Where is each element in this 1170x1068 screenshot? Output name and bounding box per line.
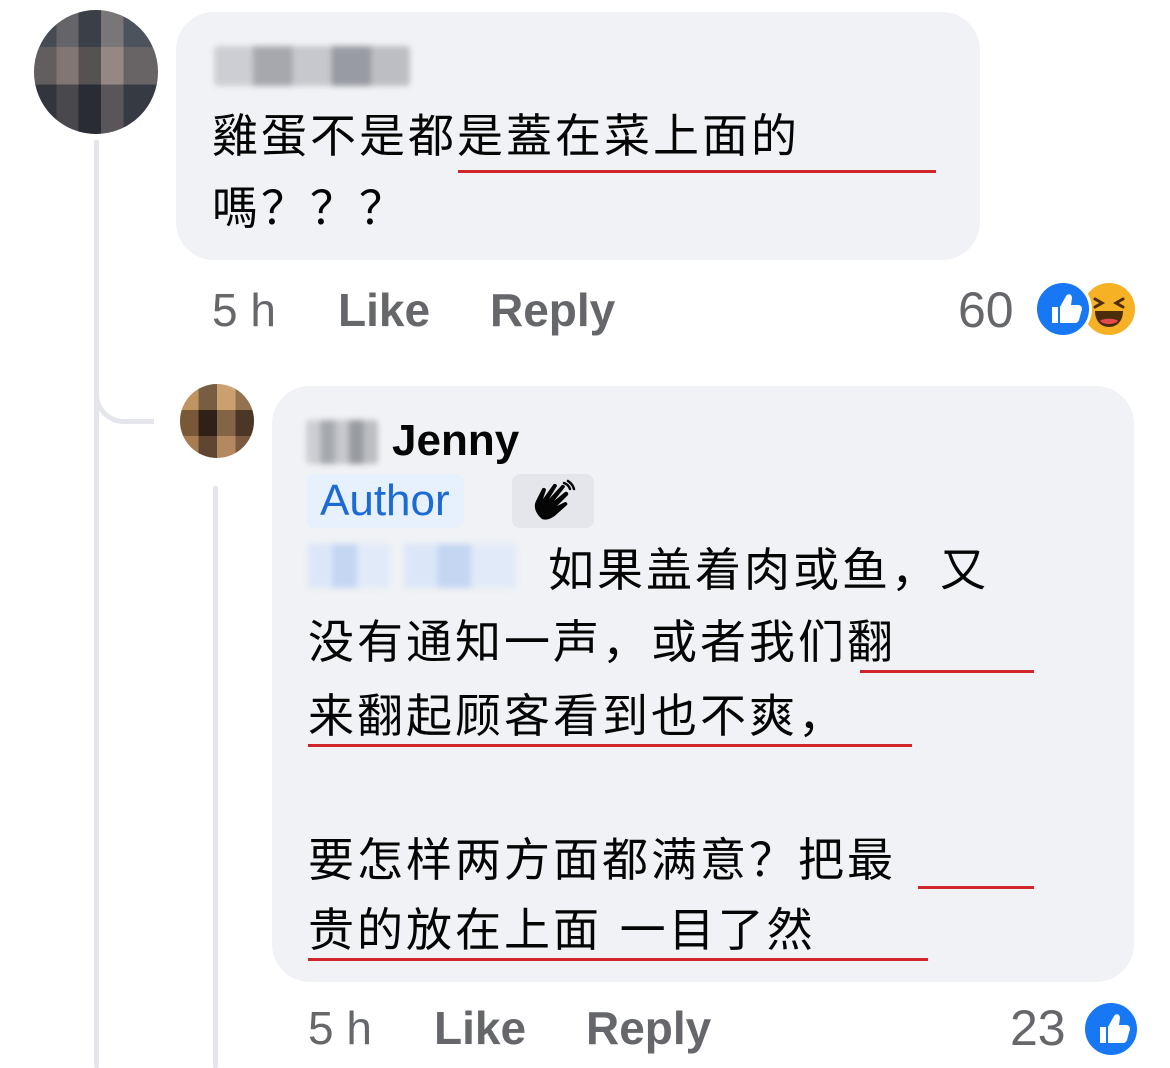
reply-text-line-4: 要怎样两方面都满意？把最 <box>308 833 896 887</box>
reply-text-line-2: 没有通知一声，或者我们翻 <box>308 615 896 669</box>
thread-line <box>94 140 99 1068</box>
reaction-count[interactable]: 23 <box>1010 1000 1066 1056</box>
mention-blurred[interactable] <box>308 544 390 588</box>
comment-text-line-1: 雞蛋不是都是蓋在菜上面的 <box>212 109 800 163</box>
like-icon[interactable] <box>1034 280 1092 338</box>
reply-text-line-3: 来翻起顾客看到也不爽， <box>308 689 847 743</box>
commenter-name-blurred[interactable] <box>214 46 410 86</box>
author-name[interactable]: Jenny <box>392 414 519 468</box>
author-badge: Author <box>306 474 464 528</box>
reply-button[interactable]: Reply <box>586 1000 711 1056</box>
mention-blurred[interactable] <box>404 544 516 588</box>
comment-text-line-2: 嗎？？？ <box>212 181 408 235</box>
red-underline <box>458 170 936 173</box>
like-icon[interactable] <box>1082 1000 1140 1058</box>
red-underline <box>918 886 1034 889</box>
red-underline <box>308 958 928 961</box>
reply-timestamp[interactable]: 5 h <box>308 1000 372 1056</box>
avatar[interactable] <box>180 384 254 458</box>
red-underline <box>308 744 912 747</box>
reply-text-line-5: 贵的放在上面 一目了然 <box>308 903 816 957</box>
reply-button[interactable]: Reply <box>490 282 615 338</box>
wave-badge <box>512 474 594 528</box>
author-name-blurred[interactable] <box>306 420 378 464</box>
comment-timestamp[interactable]: 5 h <box>212 282 276 338</box>
like-button[interactable]: Like <box>338 282 430 338</box>
reaction-count[interactable]: 60 <box>958 282 1014 338</box>
reply-thread-line <box>213 486 218 1068</box>
reply-text-line-1: 如果盖着肉或鱼，又 <box>548 543 989 597</box>
thread-connector <box>94 300 154 424</box>
avatar[interactable] <box>34 10 158 134</box>
wave-icon <box>534 479 576 520</box>
red-underline <box>860 670 1034 673</box>
like-button[interactable]: Like <box>434 1000 526 1056</box>
